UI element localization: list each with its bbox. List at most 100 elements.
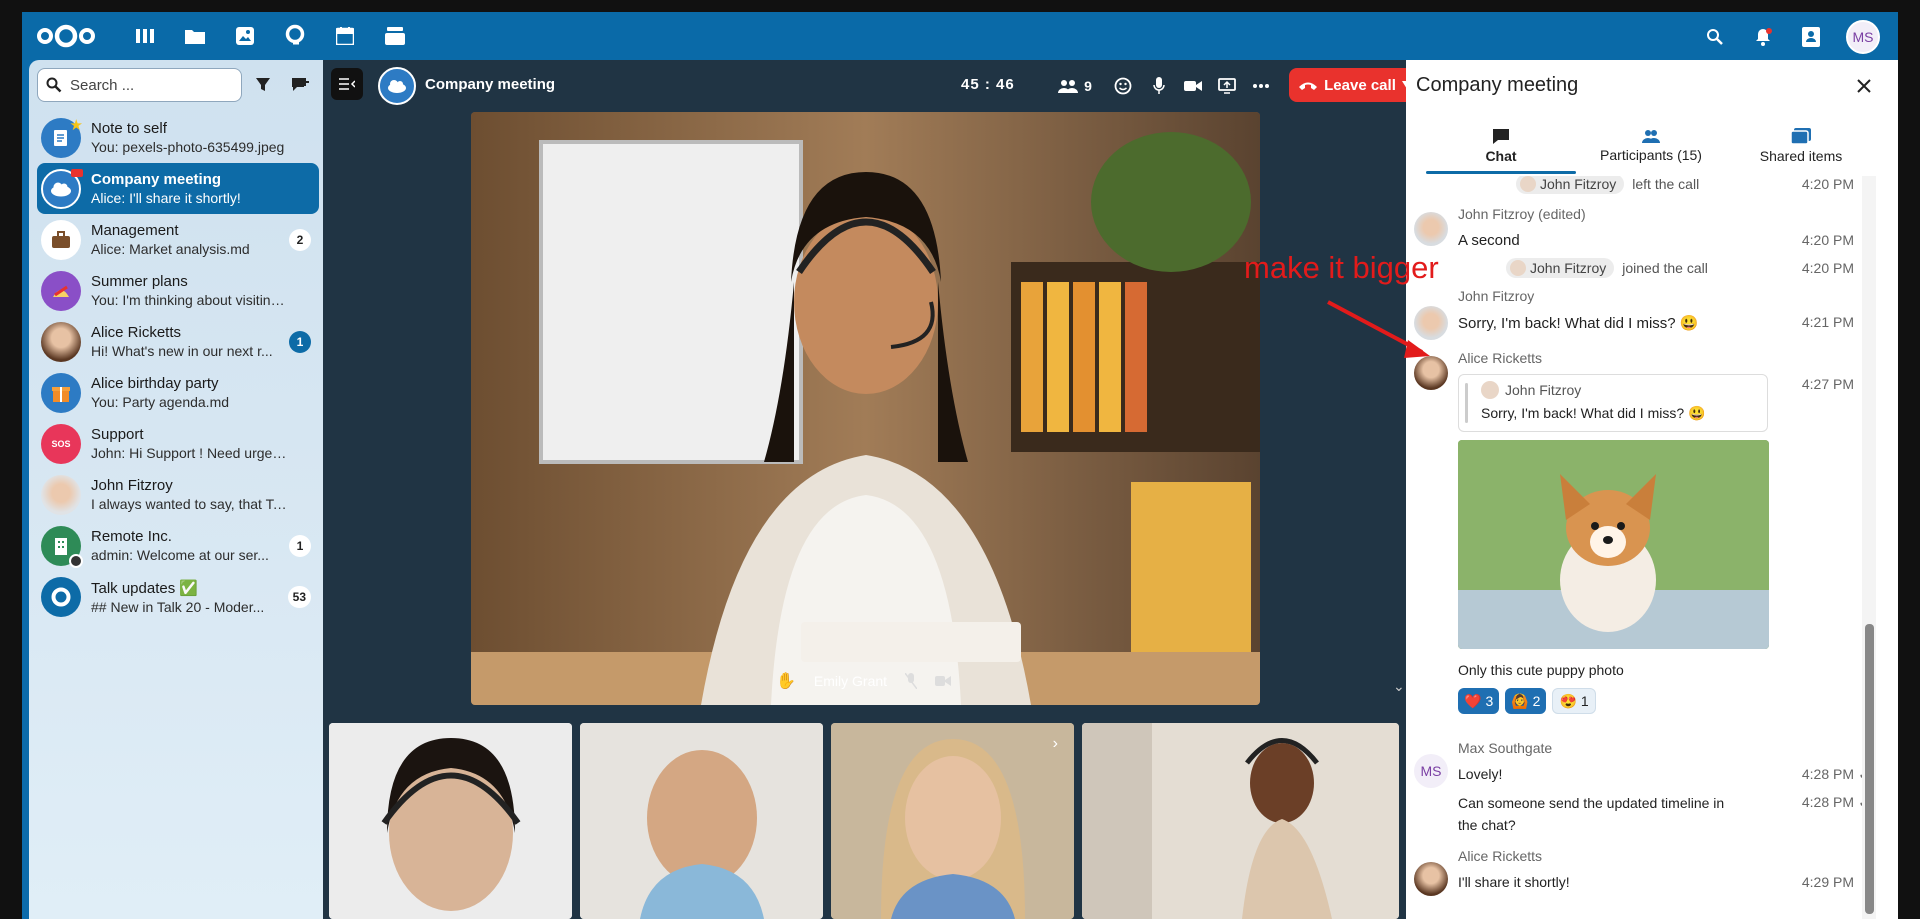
message-text: Only this cute puppy photo	[1458, 662, 1624, 678]
calendar-icon[interactable]	[332, 24, 358, 48]
participants-count: 9	[1084, 78, 1092, 94]
reaction-emoji: 🙆	[1511, 692, 1529, 709]
conversation-item-active[interactable]: Company meeting Alice: I'll share it shor…	[37, 163, 319, 214]
camera-icon	[71, 168, 83, 177]
avatar[interactable]: MS	[1414, 754, 1448, 788]
reaction-count: 3	[1485, 693, 1494, 709]
conversation-item[interactable]: SOS Support John: Hi Support ! Need urgen…	[37, 418, 319, 469]
mention-name: John Fitzroy	[1540, 176, 1617, 192]
mention-chip[interactable]: John Fitzroy	[1516, 176, 1625, 194]
conversation-preview: Alice: I'll share it shortly!	[91, 190, 241, 206]
conversation-preview: I always wanted to say, that Talk ...	[91, 496, 287, 512]
conversation-item[interactable]: Alice birthday party You: Party agenda.md	[37, 367, 319, 418]
talk-icon	[41, 576, 81, 617]
contacts-icon[interactable]	[1798, 24, 1824, 50]
dashboard-icon[interactable]	[132, 24, 158, 48]
conversation-item[interactable]: Summer plans You: I'm thinking about visi…	[37, 265, 319, 316]
conversation-name: Support	[91, 426, 144, 443]
search-icon[interactable]	[1702, 24, 1728, 50]
top-bar: MS	[22, 12, 1898, 60]
conversation-name: John Fitzroy	[91, 477, 173, 494]
message-time: 4:28 PM	[1801, 794, 1854, 810]
reaction-heart-eyes[interactable]: 😍 1	[1552, 688, 1596, 714]
conversation-item[interactable]: Remote Inc. admin: Welcome at our ser... …	[37, 520, 319, 571]
call-title: Company meeting	[425, 76, 556, 93]
notifications-icon[interactable]	[1750, 24, 1776, 50]
conversation-item[interactable]: John Fitzroy I always wanted to say, that…	[37, 469, 319, 520]
mention-chip[interactable]: John Fitzroy	[1506, 258, 1615, 278]
note-icon: ★	[41, 116, 83, 158]
participant-video-tile[interactable]: ›	[831, 723, 1074, 919]
user-avatar[interactable]: MS	[1846, 20, 1880, 54]
reaction-heart[interactable]: ❤️ 3	[1458, 688, 1500, 714]
conversation-item[interactable]: Alice Ricketts Hi! What's new in our next…	[37, 316, 319, 367]
toggle-sidebar-icon[interactable]	[331, 68, 363, 100]
conversation-item[interactable]: ★ Note to self You: pexels-photo-635499.j…	[37, 112, 319, 163]
message-text: Sorry, I'm back! What did I miss? 😃	[1458, 315, 1699, 332]
call-view: Company meeting 45 : 46 9 Leave call ✋ E…	[323, 60, 1421, 919]
video-camera-icon	[935, 676, 952, 686]
conversation-item[interactable]: Management Alice: Market analysis.md 2	[37, 214, 319, 265]
system-message: John Fitzroy left the call	[1516, 176, 1699, 194]
message-text: I'll share it shortly!	[1458, 874, 1570, 890]
participant-video-tile[interactable]	[1082, 723, 1399, 919]
conversation-preview: ## New in Talk 20 - Moder...	[91, 598, 265, 615]
avatar[interactable]	[1414, 862, 1448, 896]
video-camera-icon[interactable]	[1179, 72, 1207, 100]
conversation-name: Remote Inc.	[91, 528, 172, 545]
new-conversation-icon[interactable]	[284, 68, 317, 102]
screen-share-icon[interactable]	[1213, 72, 1241, 100]
tab-label: Participants (15)	[1600, 147, 1702, 163]
avatar[interactable]	[1414, 212, 1448, 246]
deck-icon[interactable]	[382, 24, 408, 48]
conversation-preview: You: pexels-photo-635499.jpeg	[91, 139, 285, 155]
microphone-icon[interactable]	[1145, 72, 1173, 100]
conversation-name: Note to self	[91, 120, 167, 137]
annotation-text: make it bigger	[1244, 250, 1439, 285]
tab-label: Chat	[1485, 148, 1517, 164]
main-video-tile[interactable]: ✋ Emily Grant	[471, 112, 1260, 705]
tab-chat[interactable]: Chat	[1426, 118, 1576, 174]
search-input[interactable]	[70, 76, 230, 94]
reaction-emoji: 😍	[1559, 692, 1577, 709]
photos-icon[interactable]	[232, 24, 258, 48]
quoted-message[interactable]: John Fitzroy Sorry, I'm back! What did I…	[1458, 374, 1768, 432]
avatar	[41, 321, 81, 362]
participant-video-tile[interactable]	[580, 723, 823, 919]
chevron-down-icon[interactable]: ⌄	[1393, 678, 1405, 695]
chevron-right-icon[interactable]: ›	[1053, 735, 1058, 753]
star-icon: ★	[69, 116, 83, 134]
chat-scrollbar[interactable]	[1862, 176, 1876, 919]
leave-call-label: Leave call	[1324, 76, 1396, 94]
message-time: 4:21 PM	[1801, 314, 1854, 330]
quote-author: John Fitzroy	[1505, 382, 1582, 398]
shared-image[interactable]	[1458, 440, 1769, 649]
nextcloud-logo[interactable]	[36, 22, 96, 50]
scrollbar-thumb[interactable]	[1865, 624, 1874, 914]
participant-video-tile[interactable]	[329, 723, 572, 919]
avatar	[1481, 381, 1499, 399]
app-window: MS ★ Note to selfYou: pexels-photo-63	[22, 12, 1898, 919]
system-text: left the call	[1632, 176, 1700, 192]
conversation-preview: Hi! What's new in our next r...	[91, 343, 273, 359]
tab-label: Shared items	[1759, 148, 1843, 164]
participants-button[interactable]: 9	[1053, 72, 1097, 100]
more-options-icon[interactable]	[1247, 72, 1275, 100]
group-icon	[41, 168, 83, 209]
system-message: John Fitzroy joined the call	[1506, 258, 1708, 278]
close-icon[interactable]	[1852, 74, 1876, 98]
people-icon	[1642, 130, 1660, 143]
message-time: 4:20 PM	[1801, 260, 1854, 276]
tab-participants[interactable]: Participants (15)	[1576, 118, 1726, 174]
unread-badge: 1	[289, 535, 311, 557]
reaction-icon[interactable]	[1109, 72, 1137, 100]
reaction-gesture[interactable]: 🙆 2	[1505, 688, 1547, 714]
filter-icon[interactable]	[246, 68, 279, 102]
chat-icon	[1493, 129, 1509, 144]
leave-call-button[interactable]: Leave call	[1289, 68, 1421, 102]
talk-icon[interactable]	[282, 24, 308, 48]
search-field[interactable]	[37, 68, 243, 102]
tab-shared-items[interactable]: Shared items	[1726, 118, 1876, 174]
conversation-item[interactable]: Talk updates ✅ ## New in Talk 20 - Moder.…	[37, 571, 319, 622]
files-icon[interactable]	[182, 24, 208, 48]
